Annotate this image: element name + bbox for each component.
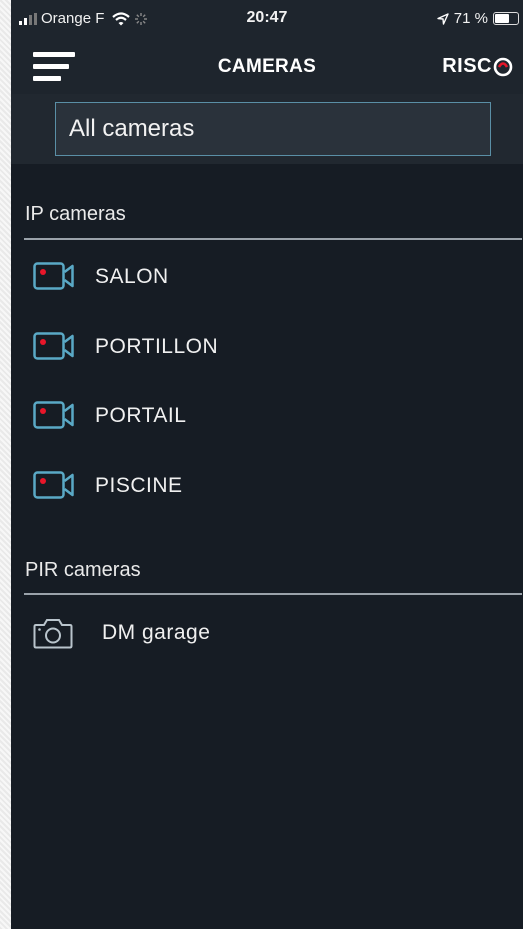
camera-filter-select[interactable]: All cameras [55,102,491,156]
camera-name: PORTAIL [95,404,187,427]
camera-row-salon[interactable]: SALON [11,248,523,304]
pir-cameras-heading: PIR cameras [25,559,141,581]
video-camera-icon [33,471,74,499]
camera-row-dm-garage[interactable]: DM garage [11,604,523,660]
ip-cameras-heading: IP cameras [25,203,126,225]
battery-icon [493,12,519,25]
status-right: 71 % [437,10,519,27]
camera-list: IP cameras SALON PORTILLON PORTAIL PISCI… [11,164,523,929]
pir-section-divider [24,593,522,595]
location-arrow-icon [437,12,449,25]
status-bar: Orange F 20:47 71 % [11,0,523,40]
photo-camera-icon [33,619,73,649]
battery-percent: 71 % [453,10,488,27]
battery-fill [495,14,510,23]
screenshot-edge [0,0,11,929]
risco-swirl-icon [493,57,513,76]
camera-row-piscine[interactable]: PISCINE [11,457,523,513]
camera-name: SALON [95,265,169,288]
camera-name: PISCINE [95,474,183,497]
app-screen: Orange F 20:47 71 % CAMERAS RISC All cam… [11,0,523,929]
ip-section-divider [24,238,522,240]
camera-name: PORTILLON [95,335,219,358]
risco-logo: RISC [442,55,513,78]
logo-text: RISC [442,55,492,77]
app-header: CAMERAS RISC [11,40,523,94]
filter-bar: All cameras [11,94,523,164]
video-camera-icon [33,332,74,360]
camera-row-portillon[interactable]: PORTILLON [11,318,523,374]
camera-row-portail[interactable]: PORTAIL [11,387,523,443]
video-camera-icon [33,262,74,290]
camera-name: DM garage [102,621,211,644]
video-camera-icon [33,401,74,429]
